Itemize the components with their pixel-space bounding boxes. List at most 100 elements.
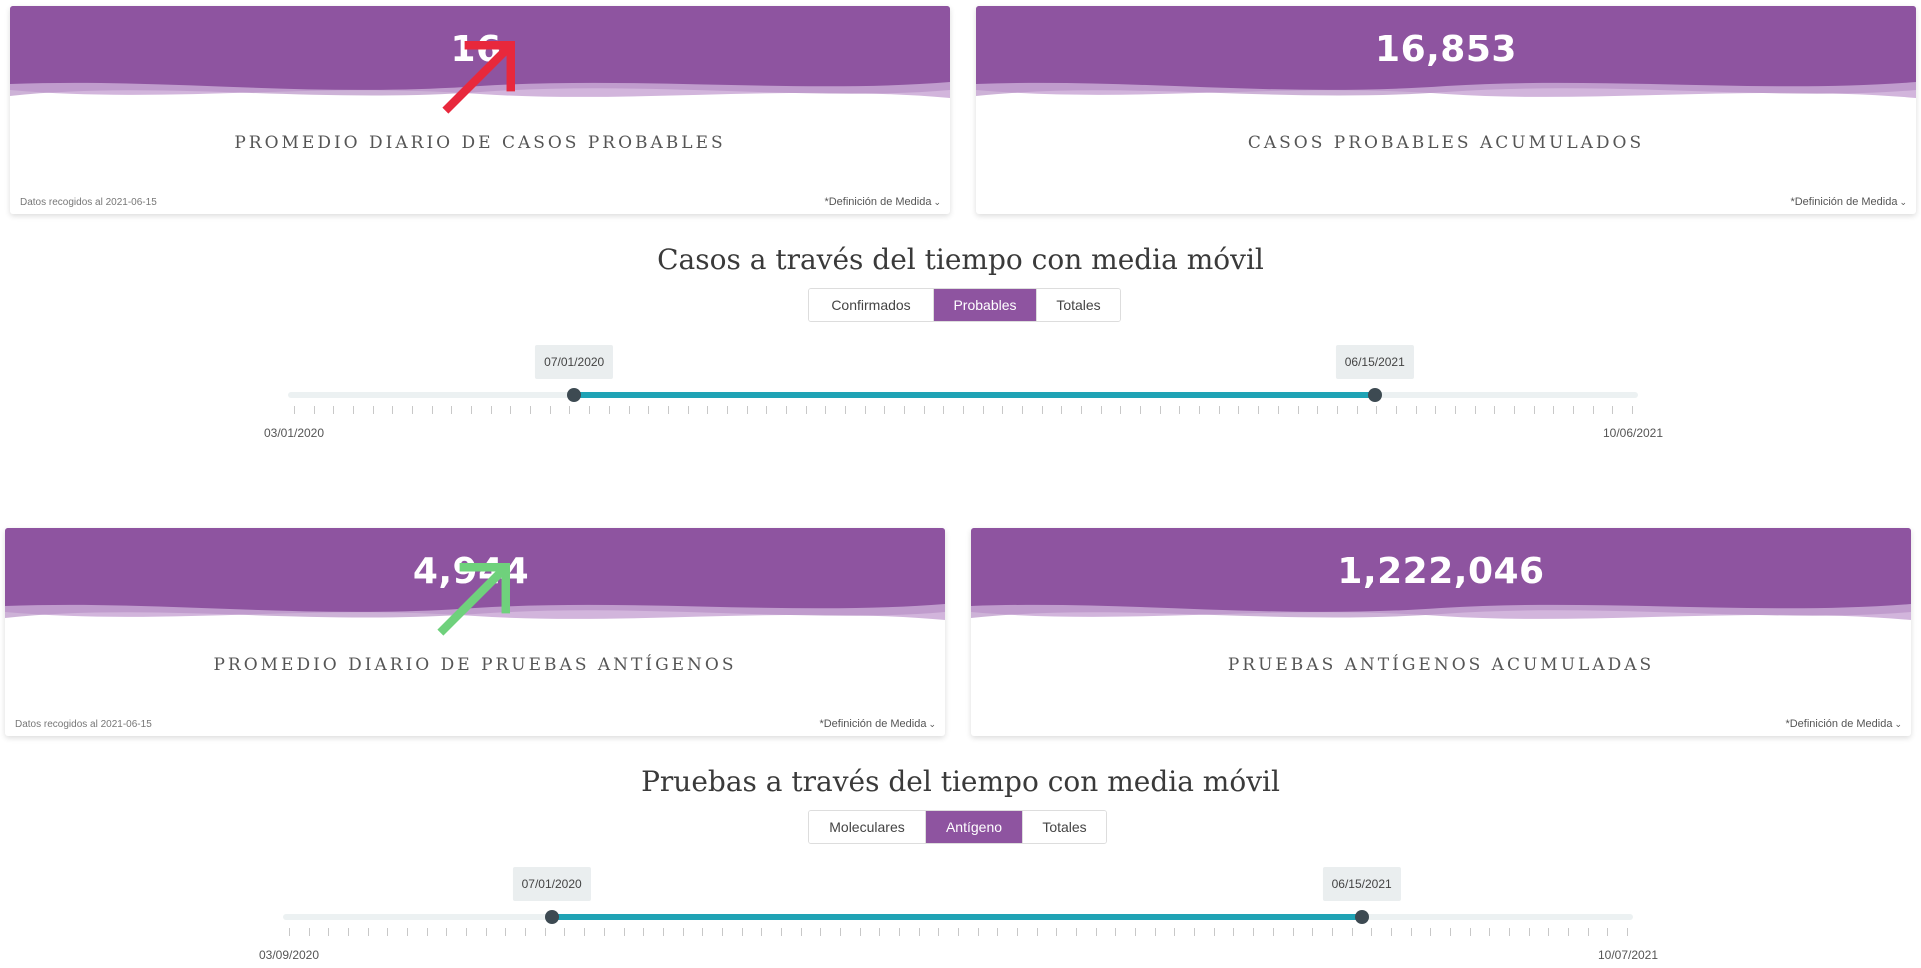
slider-tick <box>943 406 945 414</box>
slider-tick <box>1371 928 1373 936</box>
slider-tick <box>569 406 571 414</box>
tests-cumulative-card: 1,222,046 Pruebas antígenos acumuladas *… <box>971 528 1911 736</box>
tab-probables[interactable]: Probables <box>934 289 1037 321</box>
slider-tick <box>963 406 964 414</box>
slider-tick <box>1135 928 1137 936</box>
tab-totales[interactable]: Totales <box>1023 811 1106 843</box>
slider-tick <box>1548 928 1550 936</box>
slider-tick <box>1120 406 1122 414</box>
card-value: 1,222,046 <box>1337 551 1545 592</box>
card-label: Promedio diario de casos probables <box>234 133 726 153</box>
slider-tick <box>1356 406 1358 414</box>
slider-tick <box>903 406 905 414</box>
slider-tick <box>431 406 433 414</box>
chevron-down-icon: ⌄ <box>933 197 941 207</box>
data-date-note: Datos recogidos al 2021-06-15 <box>15 719 152 730</box>
definition-toggle[interactable]: *Definición de Medida ⌄ <box>824 196 941 208</box>
definition-toggle[interactable]: *Definición de Medida ⌄ <box>1785 718 1902 730</box>
tests-tab-group: Moleculares Antígeno Totales <box>808 810 1107 844</box>
chevron-down-icon: ⌄ <box>1894 719 1902 729</box>
slider-tick <box>1095 928 1097 936</box>
slider-tick <box>820 928 822 936</box>
cases-date-range-slider[interactable]: 07/01/2020 06/15/2021 03/01/2020 10/06/2… <box>264 345 1663 442</box>
slider-tick <box>1277 406 1279 414</box>
slider-tick <box>1258 406 1260 414</box>
slider-tick <box>525 928 527 936</box>
slider-tick <box>839 928 841 936</box>
slider-ticks <box>283 928 1633 938</box>
slider-tick <box>1115 928 1117 936</box>
slider-tick <box>1513 406 1515 414</box>
tab-antigeno[interactable]: Antígeno <box>926 811 1023 843</box>
slider-tick <box>1592 406 1594 414</box>
slider-tick <box>766 406 768 414</box>
slider-tick <box>1627 928 1628 936</box>
slider-tick <box>726 406 728 414</box>
slider-tick <box>879 928 881 936</box>
slider-tick <box>313 406 315 414</box>
slider-tick <box>1435 406 1437 414</box>
cases-section-title: Casos a través del tiempo con media móvi… <box>657 243 1264 276</box>
tab-totales[interactable]: Totales <box>1037 289 1120 321</box>
slider-tick <box>1351 928 1353 936</box>
slider-tick <box>707 406 709 414</box>
slider-tick <box>1199 406 1201 414</box>
slider-tick <box>485 928 487 936</box>
slider-selected-range <box>551 914 1362 920</box>
slider-tick <box>294 406 295 414</box>
slider-tick <box>328 928 330 936</box>
slider-start-tooltip: 07/01/2020 <box>512 867 591 901</box>
slider-tick <box>721 928 723 936</box>
slider-start-handle[interactable] <box>544 910 559 924</box>
slider-tick <box>372 406 374 414</box>
slider-tick <box>1081 406 1083 414</box>
slider-tick <box>1292 928 1294 936</box>
slider-tick <box>1041 406 1043 414</box>
slider-tick <box>392 406 394 414</box>
card-value: 4,944 <box>5 548 945 636</box>
cases-tab-group: Confirmados Probables Totales <box>808 288 1121 322</box>
slider-tick <box>446 928 448 936</box>
slider-tick <box>1508 928 1510 936</box>
slider-tick <box>741 928 743 936</box>
slider-tick <box>997 928 999 936</box>
slider-tick <box>844 406 846 414</box>
slider-tick <box>1317 406 1319 414</box>
slider-tick <box>353 406 355 414</box>
slider-tick <box>1238 406 1240 414</box>
slider-tick <box>1489 928 1491 936</box>
slider-tick <box>864 406 866 414</box>
slider-end-tooltip: 06/15/2021 <box>1335 345 1414 379</box>
slider-tick <box>1410 928 1412 936</box>
slider-tick <box>1474 406 1476 414</box>
slider-tick <box>982 406 984 414</box>
slider-selected-range <box>574 392 1375 398</box>
slider-tick <box>333 406 335 414</box>
tab-confirmados[interactable]: Confirmados <box>809 289 934 321</box>
chevron-down-icon: ⌄ <box>928 719 936 729</box>
slider-tick <box>505 928 507 936</box>
slider-min-label: 03/09/2020 <box>258 948 320 962</box>
slider-tick <box>1076 928 1078 936</box>
slider-tick <box>1494 406 1496 414</box>
slider-tick <box>662 928 664 936</box>
slider-end-handle[interactable] <box>1367 388 1382 402</box>
cases-daily-avg-card: 16 Promedio diario de casos probables Da… <box>10 6 950 214</box>
slider-end-handle[interactable] <box>1354 910 1369 924</box>
slider-tick <box>682 928 684 936</box>
slider-tick <box>1390 928 1392 936</box>
slider-min-label: 03/01/2020 <box>263 426 325 440</box>
slider-tick <box>667 406 669 414</box>
definition-toggle[interactable]: *Definición de Medida ⌄ <box>1790 196 1907 208</box>
slider-start-handle[interactable] <box>567 388 582 402</box>
slider-tick <box>530 406 532 414</box>
slider-tick <box>549 406 551 414</box>
slider-tick <box>1022 406 1024 414</box>
slider-tick <box>426 928 428 936</box>
slider-tick <box>1312 928 1314 936</box>
tests-date-range-slider[interactable]: 07/01/2020 06/15/2021 03/09/2020 10/07/2… <box>259 867 1658 964</box>
tab-moleculares[interactable]: Moleculares <box>809 811 926 843</box>
slider-tick <box>623 928 625 936</box>
card-label: Promedio diario de pruebas antígenos <box>213 655 737 675</box>
definition-toggle[interactable]: *Definición de Medida ⌄ <box>819 718 936 730</box>
